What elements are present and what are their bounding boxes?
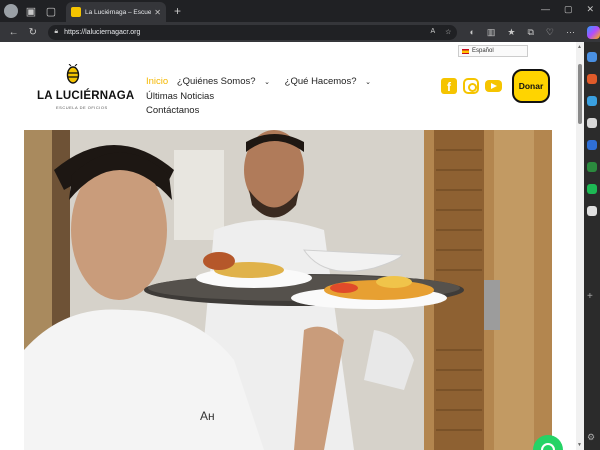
site-favicon <box>71 7 81 17</box>
collections-icon[interactable]: ⧉ <box>527 27 533 38</box>
logo-tagline: ESCUELA DE OFICIOS <box>56 105 108 110</box>
window-controls: — ▢ ✕ <box>541 4 594 15</box>
browser-tab[interactable]: La Luciérnaga – Escuela de Oficios ✕ <box>66 2 166 22</box>
sidebar-settings-icon[interactable]: ⚙ <box>587 432 597 442</box>
workspaces-icon[interactable]: ▣ <box>24 4 38 18</box>
hero-photo: Aн <box>24 130 552 450</box>
copilot-icon[interactable] <box>587 25 600 39</box>
facebook-icon[interactable]: f <box>441 78 457 94</box>
extension-icon[interactable]: ◐ <box>469 27 474 37</box>
firefly-logo-icon <box>66 64 80 84</box>
youtube-icon[interactable] <box>485 80 502 92</box>
close-window-icon[interactable]: ✕ <box>586 4 594 15</box>
split-screen-icon[interactable]: ▥ <box>487 27 496 38</box>
site-logo[interactable]: LA LUCIÉRNAGA ESCUELA DE OFICIOS <box>37 64 134 114</box>
chevron-down-icon: ⌄ <box>365 79 371 86</box>
tools-icon[interactable] <box>587 96 597 106</box>
lock-icon[interactable]: 🔒︎ <box>54 28 58 36</box>
games-icon[interactable] <box>587 118 597 128</box>
url-text[interactable]: https://laluciernagacr.org <box>64 29 140 36</box>
menu-item-contactanos[interactable]: Contáctanos <box>146 105 199 116</box>
menu-item-que-hacemos[interactable]: ¿Qué Hacemos? ⌄ <box>285 76 377 87</box>
scrollbar-thumb[interactable] <box>578 64 582 124</box>
scroll-up-icon[interactable]: ▲ <box>577 44 582 50</box>
outlook-icon[interactable] <box>587 162 597 172</box>
scroll-down-icon[interactable]: ▼ <box>577 442 582 448</box>
shopping-icon[interactable] <box>587 74 597 84</box>
menu-item-quienes-somos[interactable]: ¿Quiénes Somos? ⌄ <box>177 76 276 87</box>
tab-title: La Luciérnaga – Escuela de Oficios <box>85 8 152 16</box>
donate-button[interactable]: Donar <box>512 69 550 103</box>
favorite-star-icon[interactable]: ☆ <box>445 28 451 36</box>
browser-essentials-icon[interactable]: ♡ <box>546 27 554 38</box>
tab-actions-icon[interactable]: ▢ <box>44 4 58 18</box>
back-icon[interactable]: ← <box>8 27 19 38</box>
settings-more-icon[interactable]: ⋯ <box>566 27 575 38</box>
spain-flag-icon <box>462 48 469 54</box>
web-page: Español LA LUCIÉRNAGA ESCUELA DE OFICIOS… <box>0 42 576 450</box>
address-bar[interactable]: 🔒︎ https://laluciernagacr.org A ☆ <box>48 24 458 40</box>
svg-text:Aн: Aн <box>200 409 215 423</box>
menu-item-inicio[interactable]: Inicio <box>146 76 168 87</box>
logo-wordmark: LA LUCIÉRNAGA <box>37 90 135 102</box>
spotify-icon[interactable] <box>587 184 597 194</box>
drop-icon[interactable] <box>587 206 597 216</box>
browser-nav-bar: ← ↻ 🔒︎ https://laluciernagacr.org A ☆ ◐ … <box>0 22 600 42</box>
office-icon[interactable] <box>587 140 597 150</box>
browser-tab-bar: ▣ ▢ La Luciérnaga – Escuela de Oficios ✕… <box>0 0 600 22</box>
read-aloud-icon[interactable]: A <box>431 28 436 36</box>
refresh-icon[interactable]: ↻ <box>27 27 38 38</box>
main-menu: Inicio ¿Quiénes Somos? ⌄ ¿Qué Hacemos? ⌄… <box>146 75 386 118</box>
new-tab-button[interactable]: + <box>174 4 181 18</box>
page-scrollbar[interactable]: ▲ ▼ <box>576 42 584 450</box>
menu-label: ¿Quiénes Somos? <box>176 76 256 87</box>
favorites-icon[interactable]: ★ <box>507 27 515 38</box>
add-sidebar-icon[interactable]: + <box>587 292 597 302</box>
instagram-icon[interactable] <box>463 78 479 94</box>
profile-avatar[interactable] <box>4 4 18 18</box>
maximize-icon[interactable]: ▢ <box>564 4 573 15</box>
language-selector[interactable]: Español <box>458 45 528 57</box>
search-sidebar-icon[interactable] <box>587 52 597 62</box>
language-label: Español <box>472 48 494 54</box>
menu-item-ultimas-noticias[interactable]: Últimas Noticias <box>146 91 214 102</box>
hero-image: Aн <box>24 130 552 450</box>
minimize-icon[interactable]: — <box>541 4 550 15</box>
chevron-down-icon: ⌄ <box>264 79 271 86</box>
edge-sidebar: + ⚙ <box>584 42 600 450</box>
facebook-glyph: f <box>447 80 451 94</box>
menu-label: ¿Qué Hacemos? <box>284 76 357 87</box>
close-tab-icon[interactable]: ✕ <box>154 8 161 17</box>
